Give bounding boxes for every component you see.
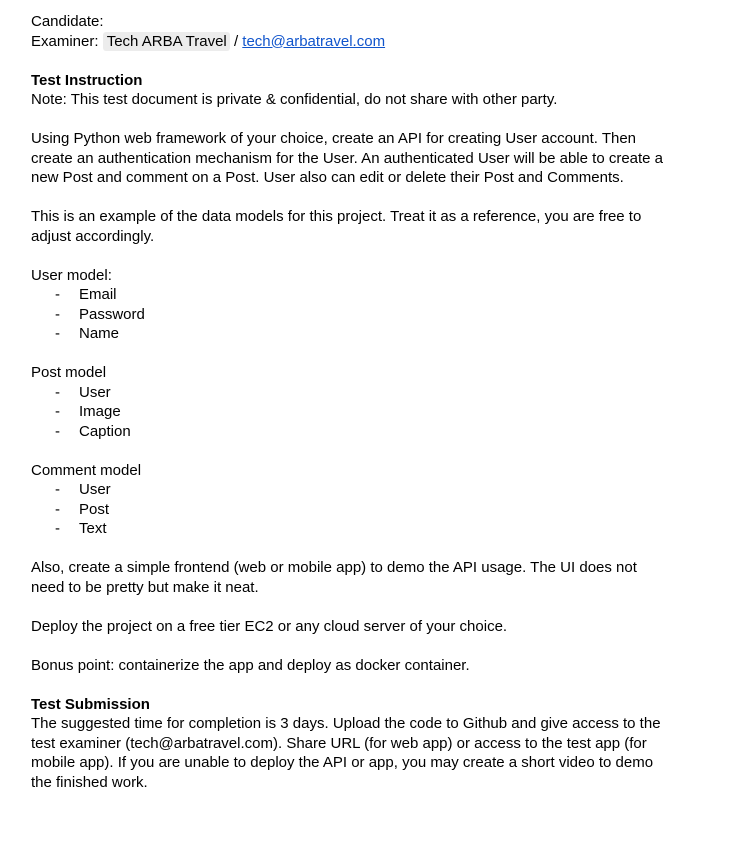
list-item: - User — [31, 383, 671, 403]
document-body: Candidate: Examiner: Tech ARBA Travel / … — [0, 0, 671, 792]
frontend-requirement: Also, create a simple frontend (web or m… — [31, 559, 637, 596]
list-item: - Image — [31, 402, 671, 422]
bullet-dash: - — [55, 383, 60, 401]
candidate-label: Candidate: — [31, 13, 104, 30]
model-field: Post — [79, 500, 110, 518]
confidentiality-note: Note: This test document is private & co… — [31, 91, 558, 108]
instruction-intro: Using Python web framework of your choic… — [31, 130, 664, 186]
submission-body: The suggested time for completion is 3 d… — [31, 715, 661, 791]
bullet-dash: - — [55, 500, 60, 518]
models-intro: This is an example of the data models fo… — [31, 208, 642, 245]
model-field: Name — [79, 325, 120, 342]
bullet-dash: - — [55, 286, 60, 303]
list-item: - Caption — [31, 422, 671, 442]
model-field: Email — [79, 286, 117, 303]
bullet-dash: - — [55, 305, 60, 323]
comment-model-title: Comment model — [31, 461, 142, 479]
list-item: - Name — [31, 324, 671, 344]
test-submission-heading: Test Submission — [31, 695, 150, 713]
bullet-dash: - — [55, 403, 60, 420]
post-model-title: Post model — [31, 364, 107, 381]
bullet-dash: - — [55, 325, 60, 342]
bullet-dash: - — [55, 422, 60, 440]
examiner-label: Examiner: — [31, 32, 99, 50]
model-field: Caption — [79, 422, 131, 440]
examiner-name-chip[interactable]: Tech ARBA Travel — [102, 31, 230, 51]
list-item: - User — [31, 480, 671, 500]
bullet-dash: - — [55, 481, 60, 498]
test-instruction-heading: Test Instruction — [31, 71, 143, 89]
user-model-title: User model: — [31, 266, 112, 284]
examiner-email-link[interactable]: tech@arbatravel.com — [242, 33, 385, 50]
list-item: - Email — [31, 285, 671, 305]
examiner-separator: / — [233, 32, 239, 50]
examiner-line: Examiner: Tech ARBA Travel / tech@arbatr… — [31, 31, 671, 51]
model-field: User — [79, 383, 111, 401]
bonus-requirement: Bonus point: containerize the app and de… — [31, 656, 470, 674]
model-field: Image — [79, 403, 121, 420]
list-item: - Post — [31, 500, 671, 520]
bullet-dash: - — [55, 520, 60, 537]
model-field: Password — [79, 305, 145, 323]
model-field: Text — [79, 520, 107, 537]
model-field: User — [79, 481, 111, 498]
list-item: - Password — [31, 305, 671, 325]
deploy-requirement: Deploy the project on a free tier EC2 or… — [31, 617, 508, 635]
list-item: - Text — [31, 519, 671, 539]
